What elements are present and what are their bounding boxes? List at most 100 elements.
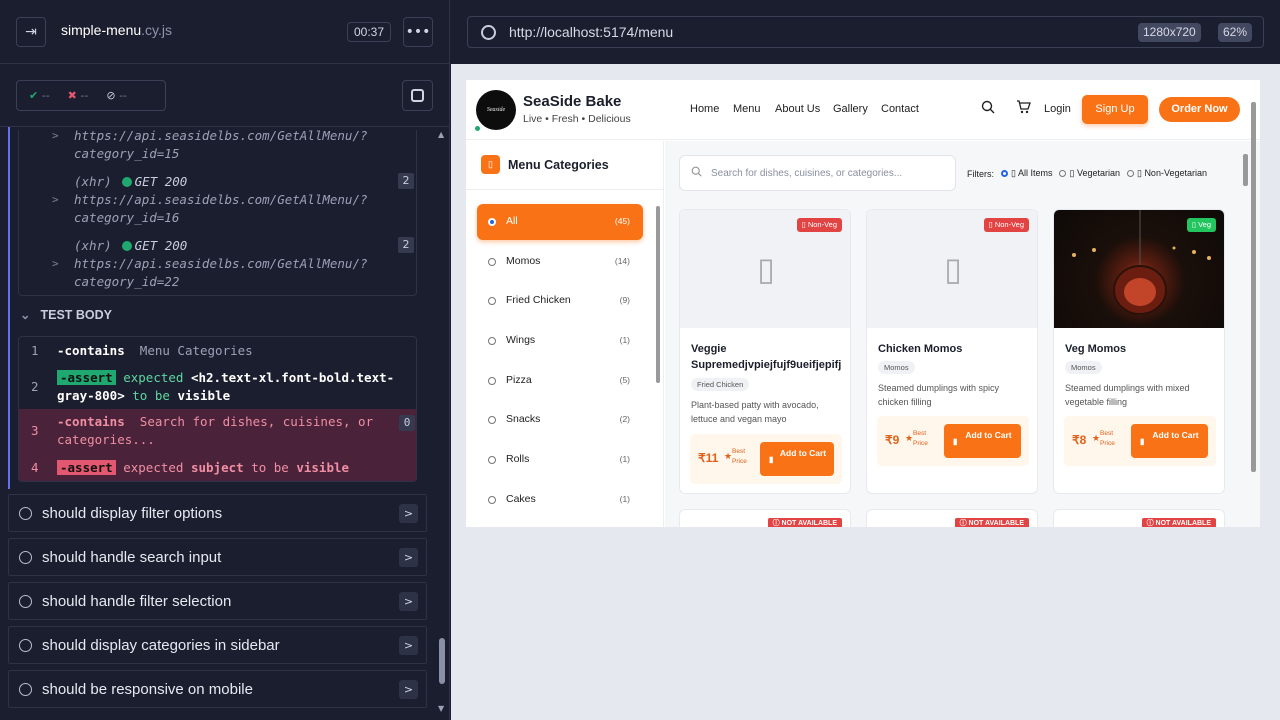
- route-url[interactable]: https://api.seasidelbs.com/GetAllMenu/?c…: [74, 255, 394, 291]
- menu-card[interactable]: ⓘ NOT AVAILABLE: [1053, 509, 1225, 527]
- filter-nonveg[interactable]: ▯ Non-Vegetarian: [1126, 168, 1207, 179]
- scroll-down-icon[interactable]: ▼: [438, 704, 444, 713]
- category-item-wings[interactable]: Wings (1): [477, 323, 643, 359]
- badge-text: NOT AVAILABLE: [1155, 520, 1211, 527]
- category-item-rolls[interactable]: Rolls (1): [477, 442, 643, 478]
- command-row[interactable]: 1 -contains Menu Categories: [19, 337, 416, 365]
- assert-subject: subject: [190, 460, 244, 475]
- scroll-thumb[interactable]: [1243, 154, 1248, 186]
- chevron-right-icon[interactable]: >: [399, 680, 418, 699]
- page-scrollbar[interactable]: [1250, 102, 1256, 522]
- test-item[interactable]: should display categories in sidebar >: [8, 626, 427, 664]
- scroll-thumb[interactable]: [1251, 102, 1256, 472]
- status-dot-icon: [121, 241, 132, 251]
- category-item-fried-chicken[interactable]: Fried Chicken (9): [477, 283, 643, 319]
- route-status: GET 200: [134, 238, 188, 253]
- add-to-cart-button[interactable]: ▮ Add to Cart: [1131, 424, 1208, 458]
- route-url[interactable]: https://api.seasidelbs.com/GetAllMenu/?c…: [74, 191, 394, 227]
- url-text: http://localhost:5174/menu: [509, 24, 674, 40]
- category-tag: Fried Chicken: [691, 378, 750, 391]
- category-item-cakes[interactable]: Cakes (1): [477, 482, 643, 518]
- assert-text: expected: [123, 370, 184, 385]
- menu-card[interactable]: ⓘ NOT AVAILABLE: [679, 509, 851, 527]
- assert-badge: -assert: [57, 460, 116, 475]
- radio-icon: [488, 297, 496, 305]
- command-row-failed[interactable]: 4 -assert expected subject to be visible: [19, 453, 416, 481]
- add-to-cart-button[interactable]: ▮ Add to Cart: [944, 424, 1021, 458]
- add-to-cart-button[interactable]: ▮ Add to Cart: [760, 442, 834, 476]
- logo[interactable]: Seaside: [476, 90, 516, 130]
- stop-button[interactable]: [402, 80, 433, 111]
- badge-text: Non-Veg: [807, 220, 837, 229]
- filter-all[interactable]: ▯ All Items: [1001, 168, 1052, 179]
- menu-card[interactable]: ▯ ▯ Non-Veg Veggie Supremedjvpiejfujf9ue…: [679, 209, 851, 494]
- category-item-all[interactable]: All (45): [477, 204, 643, 240]
- login-link[interactable]: Login: [1044, 103, 1071, 115]
- nav-gallery[interactable]: Gallery: [833, 103, 868, 115]
- category-count: (45): [614, 216, 630, 226]
- filter-label: All Items: [1017, 168, 1053, 178]
- brand-name[interactable]: SeaSide Bake: [523, 93, 621, 110]
- category-name: Momos: [506, 255, 541, 267]
- dish-name: Veg Momos: [1065, 343, 1127, 355]
- zoom-badge[interactable]: 62%: [1218, 23, 1253, 42]
- expand-chevron-icon[interactable]: >: [52, 129, 59, 142]
- order-now-button[interactable]: Order Now: [1159, 97, 1240, 122]
- scroll-thumb[interactable]: [439, 638, 445, 684]
- spec-name: simple-menu: [61, 22, 142, 38]
- nav-home[interactable]: Home: [690, 103, 719, 115]
- scroll-thumb[interactable]: [656, 206, 660, 383]
- filters-label: Filters:: [967, 168, 994, 179]
- test-body-header[interactable]: ⌄ TEST BODY: [20, 307, 112, 322]
- sidebar-scrollbar[interactable]: [656, 196, 661, 526]
- chevron-right-icon[interactable]: >: [399, 592, 418, 611]
- test-item[interactable]: should be responsive on mobile >: [8, 670, 427, 708]
- nav-menu[interactable]: Menu: [733, 103, 761, 115]
- menu-card[interactable]: ⓘ NOT AVAILABLE: [866, 509, 1038, 527]
- pending-circle-icon: [19, 595, 32, 608]
- chevron-down-icon: ⌄: [20, 308, 31, 322]
- radio-icon: [1126, 170, 1134, 177]
- category-item-pizza[interactable]: Pizza (5): [477, 363, 643, 399]
- scroll-up-icon[interactable]: ▲: [438, 130, 444, 139]
- category-item-momos[interactable]: Momos (14): [477, 244, 643, 280]
- search-input[interactable]: Search for dishes, cuisines, or categori…: [679, 155, 956, 191]
- expand-chevron-icon[interactable]: >: [52, 193, 59, 206]
- category-count: (1): [619, 494, 630, 504]
- command-row-failed[interactable]: 3 -contains Search for dishes, cuisines,…: [19, 409, 416, 453]
- test-title: should be responsive on mobile: [42, 681, 253, 698]
- test-item[interactable]: should handle search input >: [8, 538, 427, 576]
- menu-card[interactable]: ▯ ▯ Non-Veg Chicken Momos Momos Steamed …: [866, 209, 1038, 494]
- trash-icon: ▮: [953, 437, 958, 446]
- more-options-button[interactable]: •••: [403, 17, 433, 47]
- log-scrollbar[interactable]: ▲ ▼: [438, 130, 446, 713]
- chevron-right-icon[interactable]: >: [399, 504, 418, 523]
- category-item-snacks[interactable]: Snacks (2): [477, 402, 643, 438]
- route-count: 2: [398, 173, 414, 189]
- assert-value: visible: [177, 388, 231, 403]
- menu-book-icon: ▯: [481, 155, 500, 174]
- main-scrollbar[interactable]: [1241, 141, 1249, 527]
- route-url[interactable]: https://api.seasidelbs.com/GetAllMenu/?c…: [74, 127, 394, 163]
- expand-chevron-icon[interactable]: >: [52, 257, 59, 270]
- test-item[interactable]: should handle filter selection >: [8, 582, 427, 620]
- filter-veg[interactable]: ▯ Vegetarian: [1059, 168, 1120, 179]
- cart-icon[interactable]: [1016, 100, 1031, 114]
- toggle-specs-button[interactable]: ⇥: [16, 17, 46, 47]
- command-row[interactable]: 2 -assert expected <h2.text-xl.font-bold…: [19, 365, 416, 409]
- viewport-badge[interactable]: 1280x720: [1138, 23, 1201, 42]
- nav-about[interactable]: About Us: [775, 103, 820, 115]
- url-bar[interactable]: http://localhost:5174/menu 1280x720 62%: [467, 16, 1264, 48]
- test-item[interactable]: should display filter options >: [8, 494, 427, 532]
- nonveg-badge: ▯ Non-Veg: [983, 218, 1029, 232]
- route-count: 2: [398, 237, 414, 253]
- menu-card[interactable]: ▯ Veg Veg Momos Momos Steamed dumplings …: [1053, 209, 1225, 494]
- dish-name: Veggie Supremedjvpiejfujf9ueifjepifj: [691, 343, 842, 371]
- signup-button[interactable]: Sign Up: [1082, 95, 1148, 124]
- search-icon[interactable]: [981, 100, 995, 114]
- test-title: should handle search input: [42, 549, 222, 566]
- chevron-right-icon[interactable]: >: [399, 636, 418, 655]
- chevron-right-icon[interactable]: >: [399, 548, 418, 567]
- nav-contact[interactable]: Contact: [881, 103, 919, 115]
- nonveg-badge: ▯ Non-Veg: [796, 218, 842, 232]
